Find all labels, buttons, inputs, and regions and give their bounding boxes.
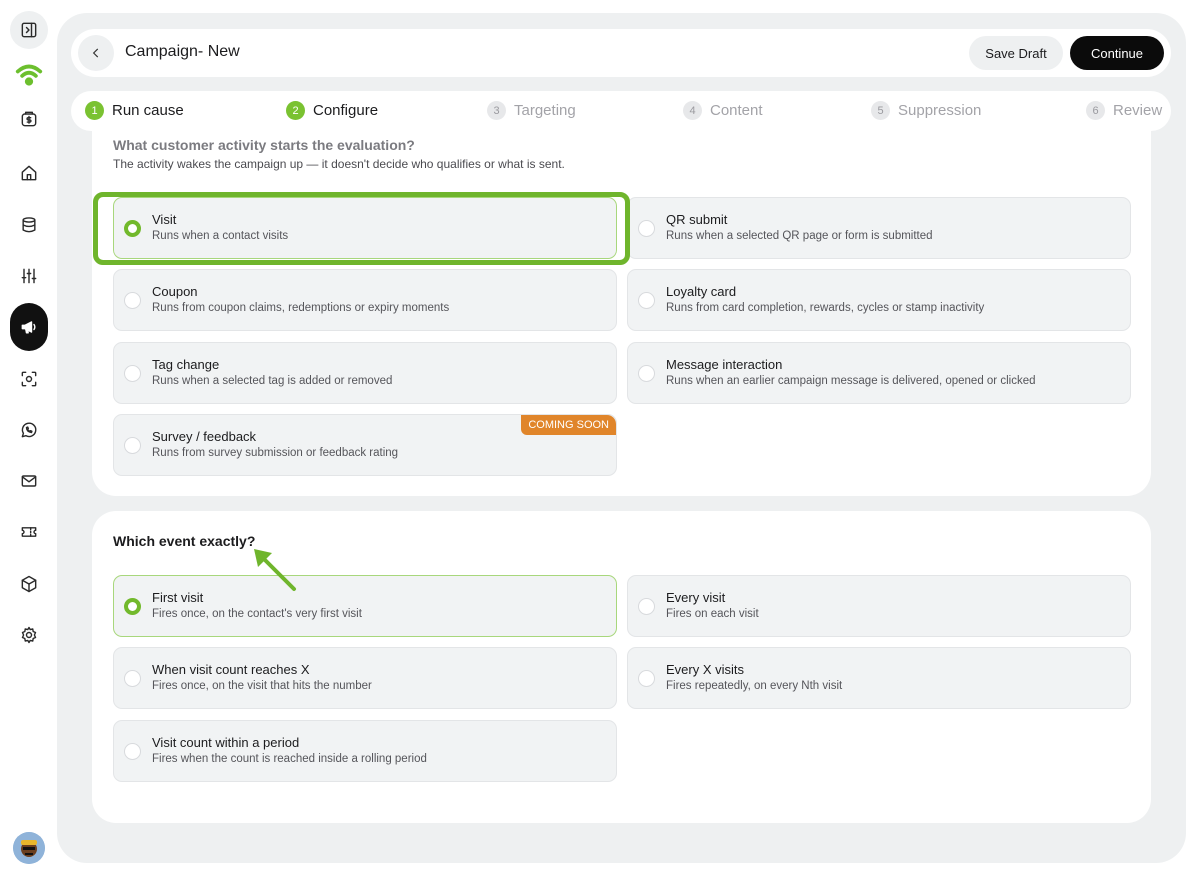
radio-button[interactable] bbox=[124, 598, 141, 615]
megaphone-icon[interactable] bbox=[10, 303, 48, 351]
step-number: 1 bbox=[85, 101, 104, 120]
coming-soon-badge: COMING SOON bbox=[521, 415, 616, 435]
save-draft-button[interactable]: Save Draft bbox=[969, 36, 1063, 70]
option-description: Runs from coupon claims, redemptions or … bbox=[152, 302, 450, 314]
option-title: Loyalty card bbox=[666, 284, 737, 299]
option-qr-submit[interactable]: QR submit Runs when a selected QR page o… bbox=[627, 197, 1131, 259]
option-first-visit[interactable]: First visit Fires once, on the contact's… bbox=[113, 575, 617, 637]
radio-button[interactable] bbox=[638, 598, 655, 615]
radio-button[interactable] bbox=[124, 292, 141, 309]
option-description: Fires once, on the contact's very first … bbox=[152, 608, 362, 620]
option-visit-count-reaches-x[interactable]: When visit count reaches X Fires once, o… bbox=[113, 647, 617, 709]
option-description: Runs when a selected tag is added or rem… bbox=[152, 375, 393, 387]
option-title: Tag change bbox=[152, 357, 220, 372]
radio-button[interactable] bbox=[124, 743, 141, 760]
wallet-icon[interactable] bbox=[10, 100, 48, 138]
chevron-left-icon bbox=[92, 48, 99, 58]
step-number: 3 bbox=[487, 101, 506, 120]
whatsapp-icon[interactable] bbox=[10, 411, 48, 449]
step-number: 2 bbox=[286, 101, 305, 120]
option-loyalty-card[interactable]: Loyalty card Runs from card completion, … bbox=[627, 269, 1131, 331]
page-title: Campaign- New bbox=[125, 43, 240, 60]
trigger-question-title: What customer activity starts the evalua… bbox=[113, 137, 415, 153]
radio-button[interactable] bbox=[638, 292, 655, 309]
option-description: Runs when an earlier campaign message is… bbox=[666, 375, 1036, 387]
trigger-question-subtitle: The activity wakes the campaign up — it … bbox=[113, 157, 565, 171]
top-bar: Campaign- New Save Draft Continue bbox=[71, 29, 1171, 77]
option-title: Message interaction bbox=[666, 357, 783, 372]
step-suppression[interactable]: 5 Suppression bbox=[871, 101, 981, 120]
radio-button[interactable] bbox=[638, 670, 655, 687]
option-description: Fires on each visit bbox=[666, 608, 759, 620]
step-label: Targeting bbox=[514, 102, 576, 119]
database-icon[interactable] bbox=[10, 206, 48, 244]
option-title: QR submit bbox=[666, 212, 728, 227]
arrow-annotation-icon bbox=[254, 549, 296, 591]
step-review[interactable]: 6 Review bbox=[1086, 101, 1162, 120]
step-configure[interactable]: 2 Configure bbox=[286, 101, 378, 120]
radio-button[interactable] bbox=[124, 365, 141, 382]
option-visit-count-within-period[interactable]: Visit count within a period Fires when t… bbox=[113, 720, 617, 782]
step-label: Content bbox=[710, 102, 763, 119]
step-content[interactable]: 4 Content bbox=[683, 101, 763, 120]
option-coupon[interactable]: Coupon Runs from coupon claims, redempti… bbox=[113, 269, 617, 331]
ticket-icon[interactable] bbox=[10, 513, 48, 551]
step-label: Run cause bbox=[112, 102, 184, 119]
option-tag-change[interactable]: Tag change Runs when a selected tag is a… bbox=[113, 342, 617, 404]
step-number: 4 bbox=[683, 101, 702, 120]
mail-icon[interactable] bbox=[10, 462, 48, 500]
option-title: Coupon bbox=[152, 284, 198, 299]
step-run-cause[interactable]: 1 Run cause bbox=[85, 101, 184, 120]
option-title: Every X visits bbox=[666, 662, 745, 677]
option-description: Runs from card completion, rewards, cycl… bbox=[666, 302, 985, 314]
trigger-panel: What customer activity starts the evalua… bbox=[92, 123, 1151, 496]
option-title: First visit bbox=[152, 590, 204, 605]
avatar[interactable] bbox=[13, 832, 45, 864]
option-description: Fires when the count is reached inside a… bbox=[152, 753, 427, 765]
option-title: Every visit bbox=[666, 590, 726, 605]
sidebar bbox=[0, 0, 57, 877]
option-description: Fires once, on the visit that hits the n… bbox=[152, 680, 372, 692]
event-question-title: Which event exactly? bbox=[113, 533, 256, 549]
option-message-interaction[interactable]: Message interaction Runs when an earlier… bbox=[627, 342, 1131, 404]
radio-button[interactable] bbox=[638, 365, 655, 382]
step-number: 6 bbox=[1086, 101, 1105, 120]
radio-button[interactable] bbox=[124, 437, 141, 454]
option-title: When visit count reaches X bbox=[152, 662, 310, 677]
home-icon[interactable] bbox=[10, 154, 48, 192]
wifi-logo-icon[interactable] bbox=[10, 55, 48, 93]
sliders-icon[interactable] bbox=[10, 257, 48, 295]
highlight-annotation bbox=[93, 192, 630, 265]
step-label: Configure bbox=[313, 102, 379, 119]
main-canvas: Campaign- New Save Draft Continue 1 Run … bbox=[57, 13, 1186, 863]
step-targeting[interactable]: 3 Targeting bbox=[487, 101, 576, 120]
radio-button[interactable] bbox=[124, 670, 141, 687]
option-description: Fires repeatedly, on every Nth visit bbox=[666, 680, 843, 692]
option-title: Survey / feedback bbox=[152, 429, 257, 444]
option-description: Runs when a selected QR page or form is … bbox=[666, 230, 933, 242]
option-every-x-visits[interactable]: Every X visits Fires repeatedly, on ever… bbox=[627, 647, 1131, 709]
continue-button[interactable]: Continue bbox=[1070, 36, 1164, 70]
scan-icon[interactable] bbox=[10, 360, 48, 398]
back-button[interactable] bbox=[78, 35, 114, 71]
option-every-visit[interactable]: Every visit Fires on each visit bbox=[627, 575, 1131, 637]
radio-button[interactable] bbox=[638, 220, 655, 237]
step-label: Review bbox=[1113, 102, 1163, 119]
option-survey-feedback[interactable]: Survey / feedback Runs from survey submi… bbox=[113, 414, 617, 476]
sidebar-toggle-icon[interactable] bbox=[10, 11, 48, 49]
step-number: 5 bbox=[871, 101, 890, 120]
option-title: Visit count within a period bbox=[152, 735, 300, 750]
settings-icon[interactable] bbox=[10, 616, 48, 654]
step-label: Suppression bbox=[898, 102, 982, 119]
box-icon[interactable] bbox=[10, 565, 48, 603]
option-description: Runs from survey submission or feedback … bbox=[152, 447, 399, 459]
